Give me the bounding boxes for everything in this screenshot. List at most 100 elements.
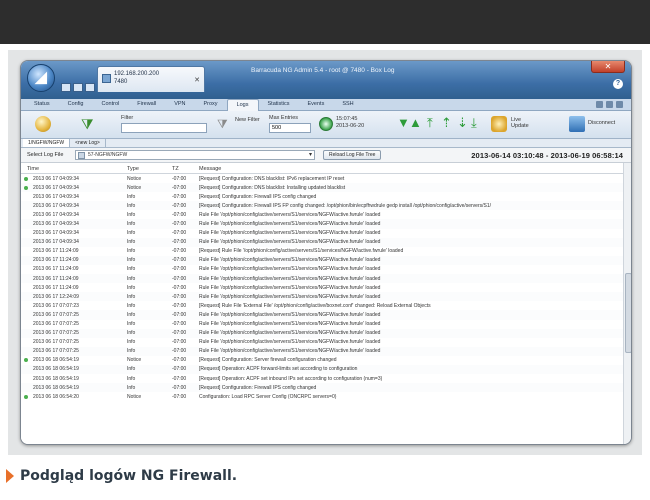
filter-icon[interactable]: ⧩ xyxy=(81,117,97,131)
window-close-button[interactable]: ✕ xyxy=(591,61,625,73)
disconnect-icon[interactable] xyxy=(569,116,585,132)
clock-icon[interactable] xyxy=(319,117,333,131)
cell-time: 2013 06 17 07:07:25 xyxy=(33,339,79,346)
cell-time: 2013 06 17 07:07:25 xyxy=(33,311,79,318)
close-tab-icon[interactable]: ✕ xyxy=(194,77,200,85)
table-row[interactable]: 2013 06 18 06:54:19 Info -07:00 [Request] O… xyxy=(21,364,623,375)
cell-tz: -07:00 xyxy=(172,375,187,382)
table-scrollbar[interactable] xyxy=(623,163,631,444)
quick-forward-icon[interactable] xyxy=(85,83,95,92)
tab-status[interactable]: Status xyxy=(25,99,59,111)
table-row[interactable]: 2013 06 17 04:09:34 Info -07:00 Rule File '… xyxy=(21,219,623,229)
max-entries-input[interactable]: 500 xyxy=(269,123,311,133)
cell-tz: -07:00 xyxy=(172,293,187,300)
new-filter-icon[interactable]: ⧩ xyxy=(217,117,231,131)
cell-tz: -07:00 xyxy=(172,230,187,237)
table-row[interactable]: 2013 06 17 04:09:34 Info -07:00 Rule File '… xyxy=(21,229,623,238)
table-row[interactable]: 2013 06 17 04:09:34 Info -07:00 Rule File '… xyxy=(21,237,623,247)
table-row[interactable]: 2013 06 17 04:09:34 Info -07:00 Rule File '… xyxy=(21,210,623,219)
table-row[interactable]: 2013 06 17 04:09:34 Info -07:00 [Request] C… xyxy=(21,201,623,211)
page-up-icon[interactable]: ⇡ xyxy=(441,116,452,130)
cell-type: Info xyxy=(127,375,136,382)
reload-log-tree-button[interactable]: Reload Log File Tree xyxy=(323,150,382,160)
table-row[interactable]: 2013 06 18 06:54:19 Info -07:00 [Request] O… xyxy=(21,374,623,383)
log-file-select[interactable]: 57-NGFW/NGFW ▾ xyxy=(75,150,315,160)
cell-type: Info xyxy=(127,248,136,255)
table-row[interactable]: 2013 06 17 11:24:09 Info -07:00 Rule File '… xyxy=(21,265,623,274)
page-down-icon[interactable]: ⇣ xyxy=(457,116,468,130)
cell-message: Rule File '/opt/phion/config/active/serv… xyxy=(199,348,381,355)
column-header-tz[interactable]: TZ xyxy=(172,166,179,172)
tab-events[interactable]: Events xyxy=(299,99,334,111)
tab-ssh[interactable]: SSH xyxy=(333,99,362,111)
tab-control[interactable]: Control xyxy=(93,99,129,111)
table-row[interactable]: 2013 06 17 12:24:09 Info -07:00 Rule File '… xyxy=(21,292,623,302)
log-file-bar: Select Log File 57-NGFW/NGFW ▾ Reload Lo… xyxy=(21,148,631,163)
cell-type: Info xyxy=(127,302,136,309)
live-update-icon[interactable] xyxy=(491,116,507,132)
cell-type: Info xyxy=(127,257,136,264)
table-row[interactable]: 2013 06 18 06:54:19 Info -07:00 [Request] C… xyxy=(21,383,623,393)
cell-time: 2013 06 18 06:54:19 xyxy=(33,357,79,364)
chevron-down-icon[interactable]: ▾ xyxy=(309,151,312,160)
arrow-down-icon[interactable]: ▼ xyxy=(397,116,410,130)
table-row[interactable]: 2013 06 17 11:24:09 Info -07:00 Rule File '… xyxy=(21,255,623,265)
table-row[interactable]: 2013 06 17 07:07:25 Info -07:00 Rule File '… xyxy=(21,310,623,320)
table-row[interactable]: 2013 06 17 11:24:09 Info -07:00 Rule File '… xyxy=(21,274,623,284)
tab-logs[interactable]: Logs xyxy=(226,99,259,111)
tab-proxy[interactable]: Proxy xyxy=(195,99,227,111)
table-row[interactable]: 2013 06 17 07:07:25 Info -07:00 Rule File '… xyxy=(21,338,623,347)
tab-statistics[interactable]: Statistics xyxy=(259,99,299,111)
table-row[interactable]: 2013 06 17 11:24:09 Info -07:00 [Request] R… xyxy=(21,247,623,256)
cell-message: [Request] Configuration: DNS blacklist: … xyxy=(199,175,345,182)
scrollbar-thumb[interactable] xyxy=(625,273,631,353)
tab-vpn[interactable]: VPN xyxy=(165,99,194,111)
cell-type: Info xyxy=(127,202,136,209)
table-row[interactable]: 2013 06 17 07:07:25 Info -07:00 Rule File '… xyxy=(21,320,623,329)
live-update-label[interactable]: Live Update xyxy=(511,117,537,129)
cell-tz: -07:00 xyxy=(172,211,187,218)
table-row[interactable]: 2013 06 17 11:24:09 Info -07:00 Rule File '… xyxy=(21,283,623,292)
filter-input[interactable] xyxy=(121,123,207,133)
refresh-icon[interactable] xyxy=(606,101,613,108)
main-menu-tabs: Status Config Control Firewall VPN Proxy… xyxy=(21,99,631,111)
help-small-icon[interactable] xyxy=(616,101,623,108)
doc-tab-ngfw[interactable]: 1/NGFW/NGFW xyxy=(23,139,71,147)
table-row[interactable]: 2013 06 18 06:54:19 Notice -07:00 [Request]… xyxy=(21,356,623,365)
cell-time: 2013 06 17 04:09:34 xyxy=(33,202,79,209)
new-filter-label[interactable]: New Filter xyxy=(235,117,261,123)
quick-save-icon[interactable] xyxy=(61,83,71,92)
open-log-icon[interactable] xyxy=(35,116,51,132)
table-row[interactable]: 2013 06 17 04:09:34 Notice -07:00 [Request]… xyxy=(21,174,623,183)
cell-tz: -07:00 xyxy=(172,184,187,191)
cell-tz: -07:00 xyxy=(172,220,187,227)
table-row[interactable]: 2013 06 17 04:09:34 Info -07:00 [Request] C… xyxy=(21,192,623,201)
tab-config[interactable]: Config xyxy=(59,99,93,111)
connection-tab[interactable]: 192.168.200.200 7480 ✕ xyxy=(97,66,205,92)
jump-bottom-icon[interactable]: ⤓ xyxy=(471,116,477,130)
cell-type: Notice xyxy=(127,184,142,191)
arrow-up-icon[interactable]: ▲ xyxy=(409,116,422,130)
doc-tab-new-log[interactable]: <new Log> xyxy=(70,139,106,147)
column-header-time[interactable]: Time xyxy=(27,166,39,172)
cell-tz: -07:00 xyxy=(172,248,187,255)
window-title: Barracuda NG Admin 5.4 - root @ 7480 - B… xyxy=(251,67,395,74)
table-row[interactable]: 2013 06 17 07:07:25 Info -07:00 Rule File '… xyxy=(21,346,623,356)
disconnect-label[interactable]: Disconnect xyxy=(588,120,615,126)
jump-top-icon[interactable]: ⤒ xyxy=(427,116,433,130)
cell-type: Info xyxy=(127,366,136,373)
column-header-message[interactable]: Message xyxy=(199,166,221,172)
column-header-type[interactable]: Type xyxy=(127,166,139,172)
table-row[interactable]: 2013 06 17 07:07:23 Info -07:00 [Request] R… xyxy=(21,301,623,310)
help-icon[interactable]: ? xyxy=(613,79,623,89)
table-row[interactable]: 2013 06 18 06:54:20 Notice -07:00 Configura… xyxy=(21,392,623,401)
table-row[interactable]: 2013 06 17 04:09:34 Notice -07:00 [Request]… xyxy=(21,183,623,193)
table-row[interactable]: 2013 06 17 07:07:25 Info -07:00 Rule File '… xyxy=(21,328,623,338)
settings-icon[interactable] xyxy=(596,101,603,108)
cell-message: Configuration: Load RPC Server Config (O… xyxy=(199,393,337,400)
tab-firewall[interactable]: Firewall xyxy=(128,99,165,111)
notice-status-icon xyxy=(24,358,28,363)
app-orb-icon[interactable]: ◢ xyxy=(27,64,55,92)
cell-type: Info xyxy=(127,339,136,346)
quick-back-icon[interactable] xyxy=(73,83,83,92)
